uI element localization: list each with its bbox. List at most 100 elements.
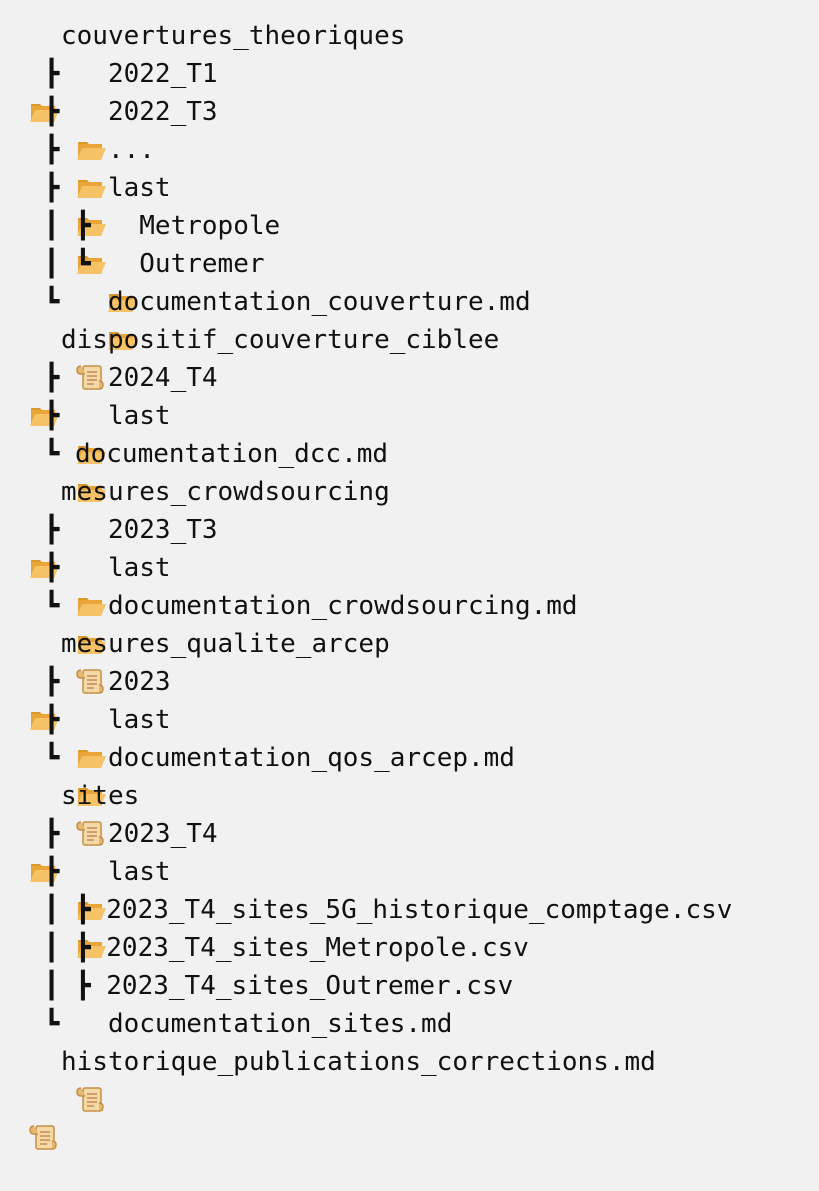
folder-name: ... xyxy=(107,135,155,165)
tree-connector: ┣ xyxy=(28,515,75,545)
tree-row-last[interactable]: ┣ last xyxy=(28,853,732,958)
scroll-icon xyxy=(28,1047,61,1150)
folder-icon xyxy=(28,477,61,578)
tree-connector: ┗ xyxy=(28,743,75,773)
folder-icon xyxy=(75,705,108,806)
tree-row-2022-t3[interactable]: ┣ 2022_T3 xyxy=(28,93,732,198)
tree-connector: ┣ xyxy=(28,59,75,89)
file-name: documentation_dcc.md xyxy=(74,439,389,469)
folder-icon xyxy=(75,59,108,160)
tree-row-2024-t4[interactable]: ┣ 2024_T4 xyxy=(28,359,732,464)
tree-row-documentation-dcc-md[interactable]: ┗ documentation_dcc.md xyxy=(28,435,732,473)
tree-connector: ┃ ┣ xyxy=(28,895,107,925)
tree-row-mesures-qualite-arcep[interactable]: mesures_qualite_arcep xyxy=(28,625,732,730)
file-name: documentation_qos_arcep.md xyxy=(107,743,515,773)
tree-row-row-3[interactable]: ┣ ... xyxy=(28,131,732,236)
tree-row-2023-t4-sites-metropole-csv[interactable]: ┃ ┣ 2023_T4_sites_Metropole.csv xyxy=(28,929,732,967)
folder-icon xyxy=(28,781,61,882)
folder-name: Outremer xyxy=(139,249,265,279)
folder-icon xyxy=(75,97,108,198)
folder-name: 2023_T3 xyxy=(107,515,218,545)
tree-connector: ┃ ┣ xyxy=(28,971,107,1001)
file-name: documentation_sites.md xyxy=(107,1009,453,1039)
folder-name: 2022_T1 xyxy=(107,59,218,89)
tree-row-last[interactable]: ┣ last xyxy=(28,169,732,274)
file-tree: couvertures_theoriques ┣ 2022_T1 ┣ 2022_… xyxy=(28,17,733,1150)
folder-icon xyxy=(75,857,108,958)
folder-icon xyxy=(75,363,108,464)
tree-row-metropole[interactable]: ┃ ┣ Metropole xyxy=(28,207,732,312)
tree-connector: ┣ xyxy=(28,553,75,583)
file-name: historique_publications_corrections.md xyxy=(61,1047,656,1077)
folder-icon xyxy=(75,173,108,274)
tree-row-2023-t4-sites-5g-historique-comptage-csv[interactable]: ┃ ┣ 2023_T4_sites_5G_historique_comptage… xyxy=(28,891,733,929)
tree-connector: ┃ ┣ xyxy=(28,933,107,963)
tree-row-documentation-qos-arcep-md[interactable]: ┗ documentation_qos_arcep.md xyxy=(28,739,732,846)
folder-icon xyxy=(75,667,108,768)
tree-connector: ┣ xyxy=(28,705,75,735)
tree-row-historique-publications-corrections-md[interactable]: historique_publications_corrections.md xyxy=(28,1043,732,1150)
file-name: documentation_crowdsourcing.md xyxy=(107,591,578,621)
tree-connector: ┣ xyxy=(28,363,75,393)
folder-icon xyxy=(75,401,108,502)
tree-row-2023-t4[interactable]: ┣ 2023_T4 xyxy=(28,815,732,920)
tree-row-2023-t4-sites-outremer-csv[interactable]: ┃ ┣ 2023_T4_sites_Outremer.csv xyxy=(28,967,732,1005)
folder-icon xyxy=(75,135,108,236)
folder-name: couvertures_theoriques xyxy=(61,21,406,51)
folder-icon xyxy=(106,211,139,312)
folder-icon xyxy=(28,325,61,426)
tree-connector: ┣ xyxy=(28,819,75,849)
tree-row-2023[interactable]: ┣ 2023 xyxy=(28,663,732,768)
scroll-icon xyxy=(75,287,108,390)
folder-name: last xyxy=(107,705,171,735)
file-name: 2023_T4_sites_5G_historique_comptage.csv xyxy=(106,895,733,925)
tree-connector: ┣ xyxy=(28,857,75,887)
folder-name: last xyxy=(107,553,171,583)
tree-row-couvertures-theoriques[interactable]: couvertures_theoriques xyxy=(28,17,732,122)
tree-connector: ┃ ┣ xyxy=(28,211,107,241)
tree-row-sites[interactable]: sites xyxy=(28,777,732,882)
folder-icon xyxy=(28,629,61,730)
scroll-icon xyxy=(75,743,108,846)
folder-name: 2024_T4 xyxy=(107,363,218,393)
tree-connector: ┣ xyxy=(28,97,75,127)
tree-row-documentation-sites-md[interactable]: ┗ documentation_sites.md xyxy=(28,1005,732,1112)
folder-name: dispositif_couverture_ciblee xyxy=(61,325,500,355)
tree-row-documentation-couverture-md[interactable]: ┗ documentation_couverture.md xyxy=(28,283,732,390)
folder-icon xyxy=(106,249,139,350)
folder-name: last xyxy=(107,173,171,203)
folder-icon xyxy=(75,515,108,616)
folder-name: Metropole xyxy=(139,211,281,241)
tree-connector: ┗ xyxy=(28,287,75,317)
tree-row-mesures-crowdsourcing[interactable]: mesures_crowdsourcing xyxy=(28,473,732,578)
tree-row-last[interactable]: ┣ last xyxy=(28,701,732,806)
tree-connector: ┣ xyxy=(28,667,75,697)
file-name: 2023_T4_sites_Outremer.csv xyxy=(106,971,514,1001)
tree-connector: ┗ xyxy=(28,591,75,621)
folder-icon xyxy=(75,553,108,654)
folder-name: mesures_qualite_arcep xyxy=(61,629,390,659)
folder-name: last xyxy=(107,401,171,431)
tree-connector: ┗ xyxy=(28,439,75,469)
folder-name: mesures_crowdsourcing xyxy=(61,477,390,507)
tree-row-documentation-crowdsourcing-md[interactable]: ┗ documentation_crowdsourcing.md xyxy=(28,587,732,694)
tree-connector: ┣ xyxy=(28,173,75,203)
tree-connector: ┃ ┗ xyxy=(28,249,107,279)
tree-connector: ┣ xyxy=(28,401,75,431)
tree-row-2022-t1[interactable]: ┣ 2022_T1 xyxy=(28,55,732,160)
file-name: documentation_couverture.md xyxy=(107,287,531,317)
tree-row-dispositif-couverture-ciblee[interactable]: dispositif_couverture_ciblee xyxy=(28,321,732,426)
file-name: 2023_T4_sites_Metropole.csv xyxy=(106,933,529,963)
tree-connector: ┣ xyxy=(28,135,75,165)
tree-row-outremer[interactable]: ┃ ┗ Outremer xyxy=(28,245,732,350)
scroll-icon xyxy=(75,1009,108,1112)
tree-row-last[interactable]: ┣ last xyxy=(28,549,732,654)
tree-row-last[interactable]: ┣ last xyxy=(28,397,732,502)
folder-name: last xyxy=(107,857,171,887)
folder-name: 2023_T4 xyxy=(107,819,218,849)
scroll-icon xyxy=(75,591,108,694)
folder-name: sites xyxy=(61,781,140,811)
folder-name: 2023 xyxy=(107,667,171,697)
folder-icon xyxy=(75,819,108,920)
tree-row-2023-t3[interactable]: ┣ 2023_T3 xyxy=(28,511,732,616)
